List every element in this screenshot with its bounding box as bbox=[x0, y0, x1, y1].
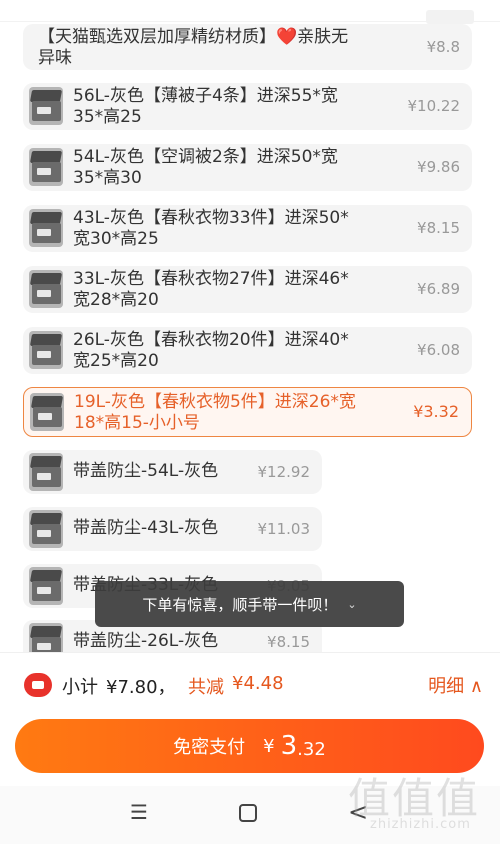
sku-option-name: 26L-灰色【春秋衣物20件】进深40* 宽25*高20 bbox=[73, 330, 349, 371]
top-bar bbox=[0, 0, 500, 24]
sku-option-price: ¥10.22 bbox=[407, 97, 461, 115]
subtotal-amount: ¥7.80， bbox=[106, 677, 176, 698]
coupon-icon bbox=[24, 673, 52, 697]
sku-option-price: ¥6.89 bbox=[417, 280, 460, 298]
sku-option-list[interactable]: 【天猫甄选双层加厚精纺材质】❤️亲肤无 异味 ¥8.8 56L-灰色【薄被子4条… bbox=[0, 22, 500, 652]
discount-label: 共减 bbox=[188, 677, 224, 698]
product-thumbnail bbox=[29, 510, 63, 548]
sku-option-name: 43L-灰色【春秋衣物33件】进深50* 宽30*高25 bbox=[73, 208, 349, 249]
sku-option-price: ¥6.08 bbox=[417, 341, 460, 359]
sku-option-name: 带盖防尘-26L-灰色 bbox=[73, 631, 219, 651]
sku-option-name: 33L-灰色【春秋衣物27件】进深46* 宽28*高20 bbox=[73, 269, 349, 310]
sku-option[interactable]: 56L-灰色【薄被子4条】进深55*宽 35*高25 ¥10.22 bbox=[23, 83, 472, 130]
subtotal-bar: 小计 ¥7.80， 共减 ¥4.48 明细 ∧ bbox=[0, 652, 500, 714]
sku-option[interactable]: 【天猫甄选双层加厚精纺材质】❤️亲肤无 异味 ¥8.8 bbox=[23, 24, 472, 70]
sku-option-name: 54L-灰色【空调被2条】进深50*宽 35*高30 bbox=[73, 147, 338, 188]
system-nav-bar: ☰ < bbox=[0, 786, 500, 844]
pay-button-label: 免密支付 bbox=[173, 737, 246, 758]
sku-option-price: ¥8.15 bbox=[267, 633, 310, 651]
promo-toast-text: 下单有惊喜，顺手带一件呗！ bbox=[142, 595, 338, 614]
product-thumbnail bbox=[29, 623, 63, 652]
product-thumbnail bbox=[29, 270, 63, 308]
product-thumbnail bbox=[29, 567, 63, 605]
back-icon[interactable]: < bbox=[348, 798, 368, 826]
sku-option-selected[interactable]: 19L-灰色【春秋衣物5件】进深26*宽 18*高15-小小号 ¥3.32 bbox=[23, 387, 472, 437]
sku-option[interactable]: 43L-灰色【春秋衣物33件】进深50* 宽30*高25 ¥8.15 bbox=[23, 205, 472, 252]
menu-icon[interactable]: ☰ bbox=[130, 802, 152, 822]
sku-option[interactable]: 带盖防尘-43L-灰色 ¥11.03 bbox=[23, 507, 322, 551]
sku-option[interactable]: 33L-灰色【春秋衣物27件】进深46* 宽28*高20 ¥6.89 bbox=[23, 266, 472, 313]
sku-option[interactable]: 26L-灰色【春秋衣物20件】进深40* 宽25*高20 ¥6.08 bbox=[23, 327, 472, 374]
sku-option-price: ¥11.03 bbox=[257, 520, 311, 538]
sku-option-name: 【天猫甄选双层加厚精纺材质】❤️亲肤无 异味 bbox=[38, 27, 349, 68]
discount-amount: ¥4.48 bbox=[232, 673, 284, 694]
pay-amount-integer: 3 bbox=[280, 731, 298, 761]
sku-option-name: 带盖防尘-43L-灰色 bbox=[73, 518, 219, 538]
home-icon[interactable] bbox=[239, 804, 257, 822]
sku-option-price: ¥3.32 bbox=[413, 402, 459, 421]
product-thumbnail bbox=[30, 393, 64, 431]
sku-option[interactable]: 54L-灰色【空调被2条】进深50*宽 35*高30 ¥9.86 bbox=[23, 144, 472, 191]
chevron-double-down-icon: ⌄ bbox=[347, 597, 357, 611]
product-thumbnail bbox=[29, 209, 63, 247]
sku-option-price: ¥8.15 bbox=[417, 219, 460, 237]
pay-amount-decimal: .32 bbox=[297, 738, 326, 760]
sku-option-price: ¥9.86 bbox=[417, 158, 460, 176]
sku-option-name: 56L-灰色【薄被子4条】进深55*宽 35*高25 bbox=[73, 86, 338, 127]
product-thumbnail bbox=[29, 148, 63, 186]
sku-option-price: ¥8.8 bbox=[426, 38, 460, 56]
subtotal-label: 小计 bbox=[62, 677, 98, 698]
pay-currency: ¥ bbox=[263, 735, 275, 757]
product-thumbnail bbox=[29, 453, 63, 491]
product-thumbnail bbox=[29, 331, 63, 369]
promo-toast[interactable]: 下单有惊喜，顺手带一件呗！ ⌄ bbox=[95, 581, 404, 627]
sku-option[interactable]: 带盖防尘-54L-灰色 ¥12.92 bbox=[23, 450, 322, 494]
pay-button[interactable]: 免密支付 ¥ 3 .32 bbox=[15, 719, 484, 773]
detail-button[interactable]: 明细 ∧ bbox=[428, 672, 483, 698]
sku-option-name: 19L-灰色【春秋衣物5件】进深26*宽 18*高15-小小号 bbox=[74, 392, 356, 433]
product-thumbnail bbox=[29, 87, 63, 125]
sku-option-name: 带盖防尘-54L-灰色 bbox=[73, 461, 219, 481]
sku-option-price: ¥12.92 bbox=[257, 463, 311, 481]
